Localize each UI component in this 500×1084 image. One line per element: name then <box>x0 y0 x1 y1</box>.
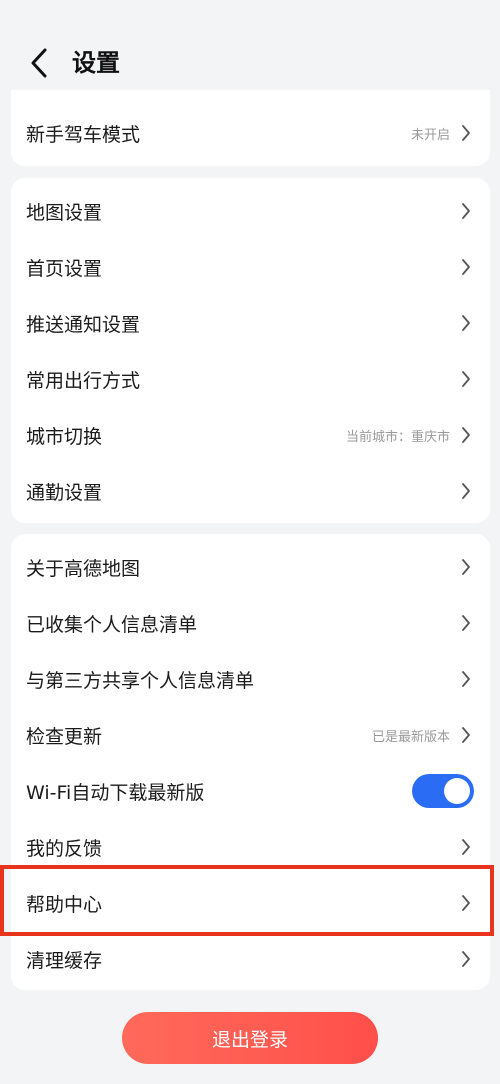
chevron-right-icon <box>460 370 472 388</box>
setting-row-commute[interactable]: 通勤设置 <box>11 463 490 519</box>
setting-label: 清理缓存 <box>26 949 103 972</box>
setting-row-home-settings[interactable]: 首页设置 <box>11 239 490 295</box>
setting-row-feedback[interactable]: 我的反馈 <box>11 819 490 875</box>
toggle-knob <box>444 778 470 804</box>
logout-button[interactable]: 退出登录 <box>122 1012 378 1064</box>
setting-row-novice-driving-mode[interactable]: 新手驾车模式 未开启 <box>11 105 490 161</box>
setting-row-collected-info-list[interactable]: 已收集个人信息清单 <box>11 595 490 651</box>
chevron-right-icon <box>460 838 472 856</box>
chevron-right-icon <box>460 726 472 744</box>
chevron-right-icon <box>460 482 472 500</box>
setting-label: 地图设置 <box>26 201 103 224</box>
setting-label: 城市切换 <box>26 425 103 448</box>
setting-label: 与第三方共享个人信息清单 <box>26 669 255 692</box>
chevron-right-icon <box>460 314 472 332</box>
setting-label: 检查更新 <box>26 725 103 748</box>
setting-label: 新手驾车模式 <box>26 123 141 146</box>
setting-label: 首页设置 <box>26 257 103 280</box>
settings-group-about: 关于高德地图 已收集个人信息清单 与第三方共享个人信息清单 检查更新 已是最新版… <box>11 534 490 990</box>
chevron-right-icon <box>460 614 472 632</box>
top-bar: 设置 <box>0 0 500 90</box>
setting-label: 已收集个人信息清单 <box>26 613 198 636</box>
setting-label: 我的反馈 <box>26 837 103 860</box>
setting-label: 推送通知设置 <box>26 313 141 336</box>
chevron-right-icon <box>460 202 472 220</box>
setting-row-travel-mode[interactable]: 常用出行方式 <box>11 351 490 407</box>
setting-label: 常用出行方式 <box>26 369 141 392</box>
page-title: 设置 <box>72 49 120 77</box>
setting-row-map-settings[interactable]: 地图设置 <box>11 183 490 239</box>
chevron-right-icon <box>460 124 472 142</box>
setting-row-clear-cache[interactable]: 清理缓存 <box>11 931 490 987</box>
chevron-right-icon <box>460 670 472 688</box>
chevron-right-icon <box>460 426 472 444</box>
setting-row-about[interactable]: 关于高德地图 <box>11 539 490 595</box>
setting-row-shared-info-list[interactable]: 与第三方共享个人信息清单 <box>11 651 490 707</box>
chevron-right-icon <box>460 950 472 968</box>
chevron-right-icon <box>460 258 472 276</box>
setting-row-city-switch[interactable]: 城市切换 当前城市：重庆市 <box>11 407 490 463</box>
setting-status: 未开启 <box>410 127 450 143</box>
wifi-auto-download-toggle[interactable] <box>412 774 474 808</box>
setting-label: 关于高德地图 <box>26 557 141 580</box>
setting-row-check-update[interactable]: 检查更新 已是最新版本 <box>11 707 490 763</box>
setting-label: 帮助中心 <box>26 893 103 916</box>
setting-row-help-center[interactable]: 帮助中心 <box>11 875 490 931</box>
chevron-right-icon <box>460 558 472 576</box>
back-button[interactable] <box>22 44 56 82</box>
current-city-value: 当前城市：重庆市 <box>345 429 450 445</box>
settings-group-driving: 新手驾车模式 未开启 <box>11 90 490 166</box>
settings-group-map: 地图设置 首页设置 推送通知设置 常用出行方式 城市切换 当前城市：重庆市 通勤… <box>11 178 490 523</box>
setting-row-push-notification[interactable]: 推送通知设置 <box>11 295 490 351</box>
setting-row-wifi-auto-download: Wi-Fi自动下载最新版 <box>11 763 490 819</box>
chevron-right-icon <box>460 894 472 912</box>
setting-label: Wi-Fi自动下载最新版 <box>26 781 205 804</box>
chevron-left-icon <box>31 48 47 78</box>
version-status: 已是最新版本 <box>371 729 450 745</box>
setting-label: 通勤设置 <box>26 481 103 504</box>
